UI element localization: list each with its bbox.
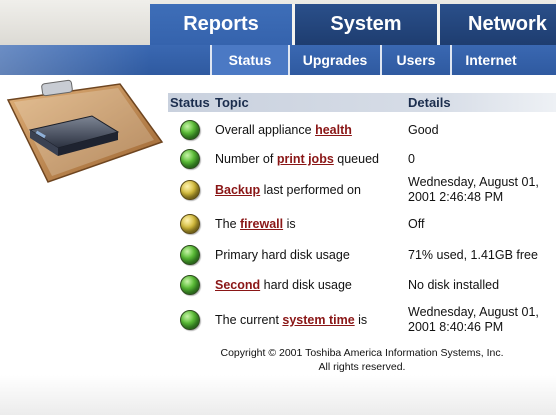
row-details: Wednesday, August 01, 2001 8:40:46 PM <box>408 305 539 334</box>
clipboard-server-icon <box>0 78 170 188</box>
row-topic: Second hard disk usage <box>215 278 352 292</box>
main-nav: Reports System Network <box>150 0 556 45</box>
header-status: Status <box>170 95 210 110</box>
green-status-light-icon <box>180 120 200 140</box>
header-topic: Topic <box>215 95 249 110</box>
yellow-status-light-icon <box>180 214 200 234</box>
table-row: The current system time is Wednesday, Au… <box>168 303 556 337</box>
row-topic: Backup last performed on <box>215 183 361 197</box>
second-disk-link[interactable]: Second <box>215 278 260 292</box>
row-topic: Overall appliance health <box>215 123 352 137</box>
table-header: Status Topic Details <box>168 93 556 112</box>
tab-reports[interactable]: Reports <box>150 4 295 45</box>
sub-bar-left <box>0 45 150 75</box>
top-banner: Reports System Network <box>0 0 556 45</box>
system-time-link[interactable]: system time <box>282 313 354 327</box>
tab-network[interactable]: Network <box>440 4 556 45</box>
table-row: The firewall is Off <box>168 213 556 235</box>
firewall-link[interactable]: firewall <box>240 217 283 231</box>
table-row: Overall appliance health Good <box>168 120 556 140</box>
health-link[interactable]: health <box>315 123 352 137</box>
row-topic: Primary hard disk usage <box>215 248 350 262</box>
subtab-users[interactable]: Users <box>380 45 450 75</box>
rights-line: All rights reserved. <box>318 361 406 373</box>
copyright-footer: Copyright © 2001 Toshiba America Informa… <box>168 346 556 374</box>
green-status-light-icon <box>180 245 200 265</box>
row-details: No disk installed <box>408 277 500 292</box>
table-row: Second hard disk usage No disk installed <box>168 274 556 296</box>
backup-link[interactable]: Backup <box>215 183 260 197</box>
table-row: Number of print jobs queued 0 <box>168 149 556 169</box>
row-details: 0 <box>408 151 415 166</box>
copyright-line: Copyright © 2001 Toshiba America Informa… <box>220 347 504 359</box>
yellow-status-light-icon <box>180 180 200 200</box>
print-jobs-link[interactable]: print jobs <box>277 152 334 166</box>
subtab-internet[interactable]: Internet <box>450 45 530 75</box>
subtab-upgrades[interactable]: Upgrades <box>288 45 380 75</box>
sub-nav: Status Upgrades Users Internet <box>210 45 530 75</box>
row-topic: The current system time is <box>215 313 368 327</box>
table-row: Primary hard disk usage 71% used, 1.41GB… <box>168 244 556 266</box>
row-topic: Number of print jobs queued <box>215 152 379 166</box>
row-topic: The firewall is <box>215 217 296 231</box>
row-details: 71% used, 1.41GB free <box>408 247 538 262</box>
green-status-light-icon <box>180 275 200 295</box>
subtab-status[interactable]: Status <box>210 45 288 75</box>
row-details: Off <box>408 216 425 231</box>
bottom-fade <box>0 375 556 415</box>
header-details: Details <box>408 95 451 110</box>
sub-nav-bar: Status Upgrades Users Internet <box>0 45 556 75</box>
row-details: Wednesday, August 01, 2001 2:46:48 PM <box>408 175 539 204</box>
green-status-light-icon <box>180 310 200 330</box>
green-status-light-icon <box>180 149 200 169</box>
table-row: Backup last performed on Wednesday, Augu… <box>168 173 556 207</box>
tab-system[interactable]: System <box>295 4 440 45</box>
banner-left <box>0 0 150 45</box>
row-details: Good <box>408 122 439 137</box>
status-table: Status Topic Details Overall appliance h… <box>168 93 556 334</box>
